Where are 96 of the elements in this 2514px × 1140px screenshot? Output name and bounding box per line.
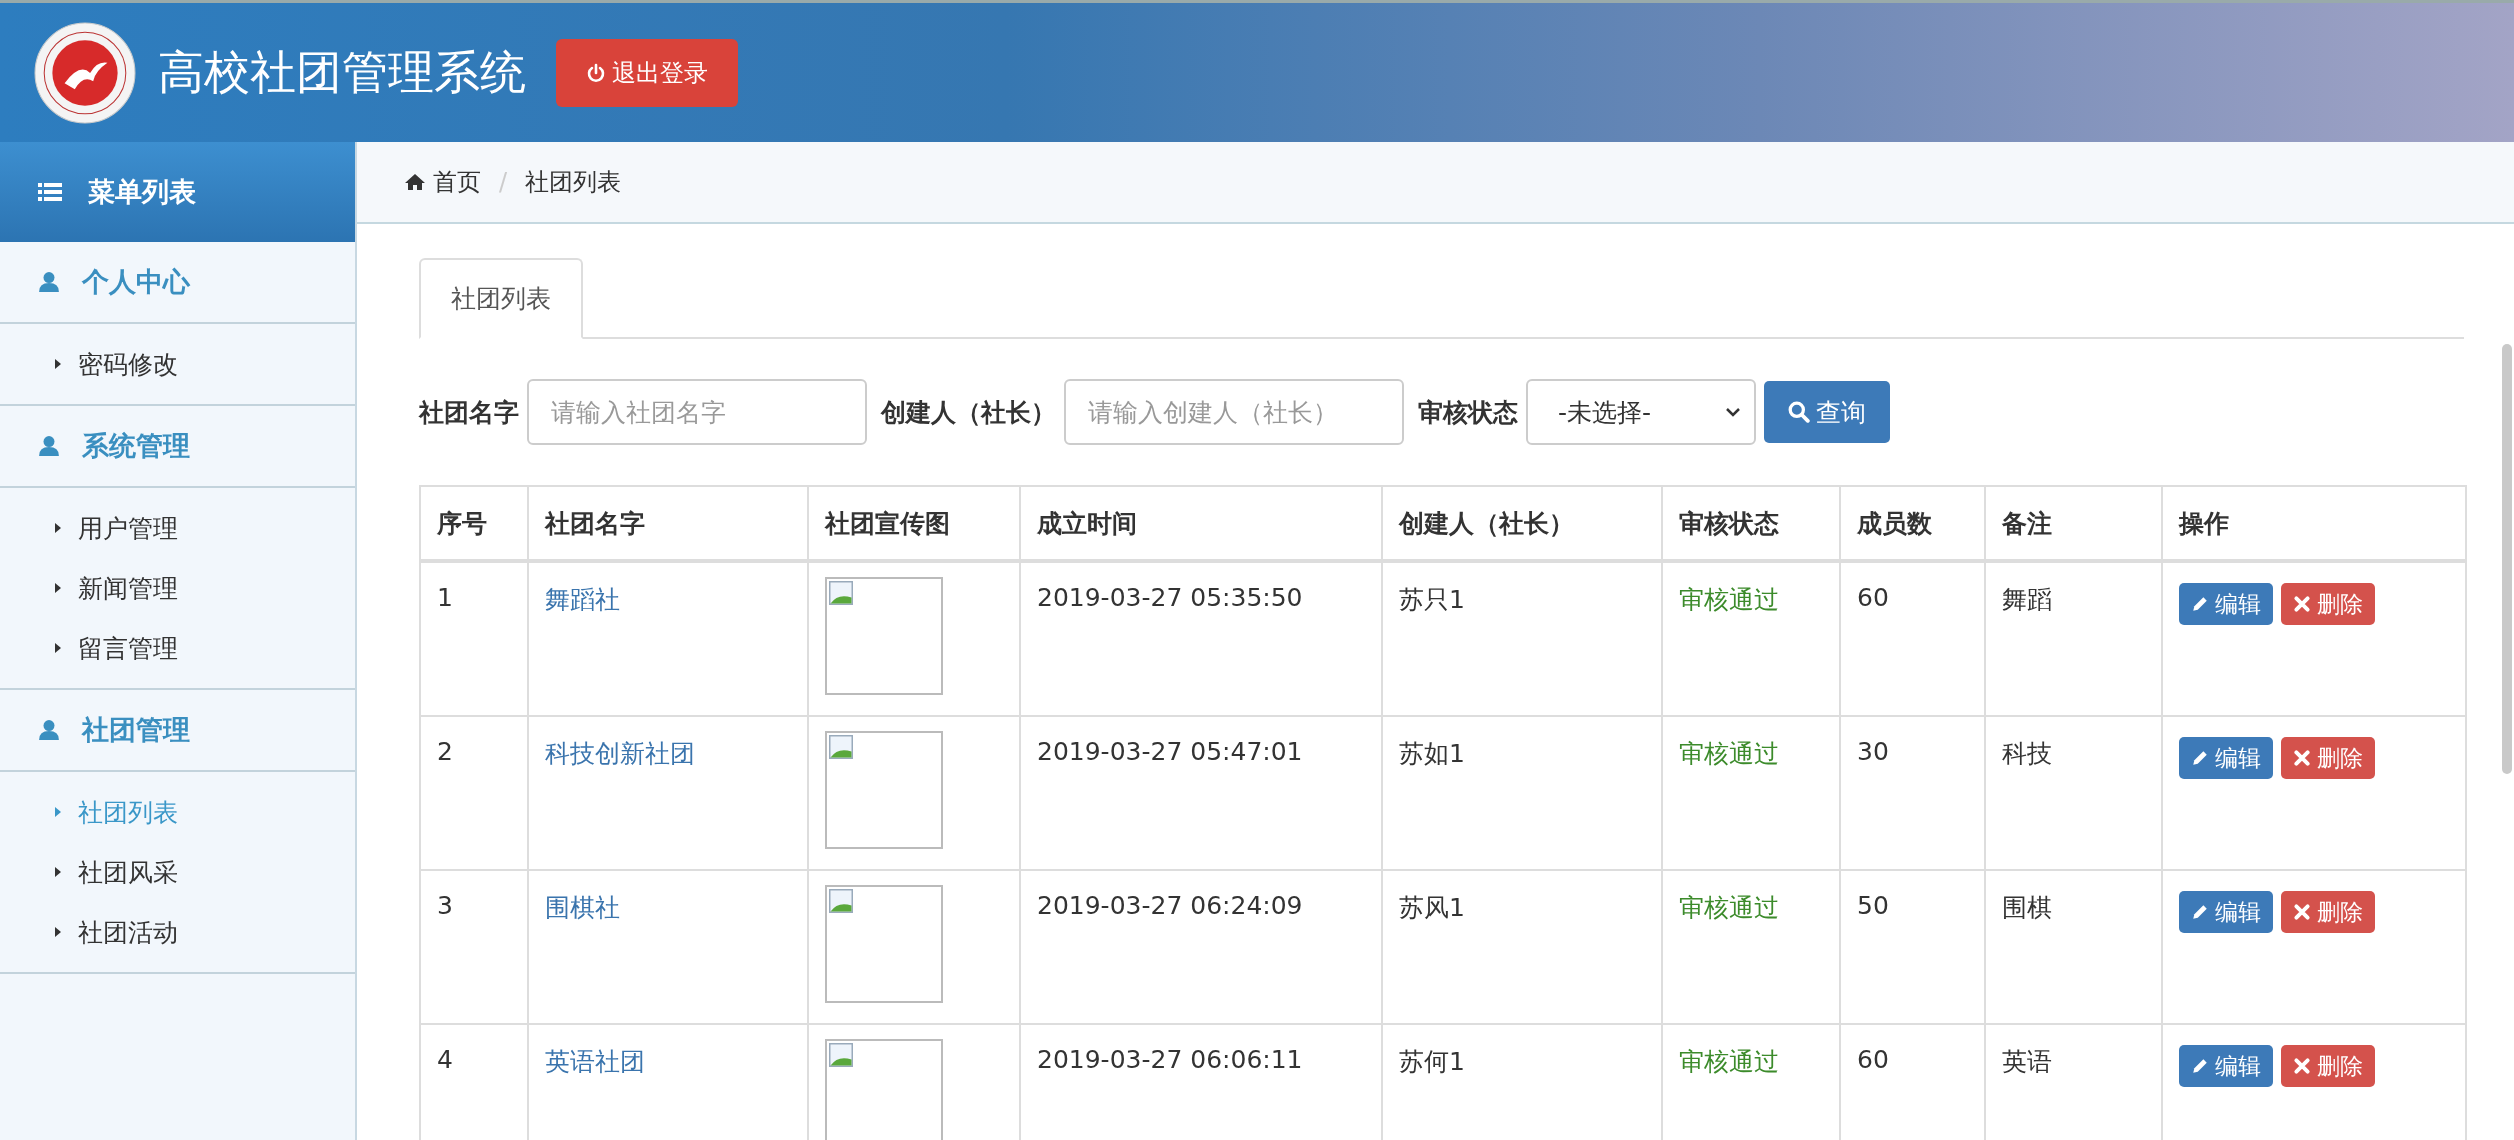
- menu-group[interactable]: 系统管理: [0, 406, 355, 488]
- app-title: 高校社团管理系统: [158, 43, 526, 101]
- edit-button[interactable]: 编辑: [2179, 737, 2273, 779]
- field-label: 社团名字: [419, 396, 519, 429]
- table-cell: 科技: [1985, 716, 2162, 870]
- power-icon: [586, 62, 606, 83]
- broken-image-icon: [829, 735, 853, 759]
- menu-title: 菜单列表: [88, 175, 196, 209]
- delete-button[interactable]: 删除: [2281, 1045, 2375, 1087]
- breadcrumb-separator: /: [499, 168, 508, 196]
- menu-group[interactable]: 社团管理: [0, 690, 355, 772]
- user-icon: [38, 435, 60, 457]
- group-label: 社团管理: [82, 713, 190, 747]
- table-cell: 舞蹈: [1985, 561, 2162, 716]
- broken-image-icon: [829, 889, 853, 913]
- table-cell: 4: [420, 1024, 528, 1140]
- user-icon: [38, 271, 60, 293]
- menu-item[interactable]: 用户管理: [0, 498, 355, 558]
- menu-group[interactable]: 个人中心: [0, 242, 355, 324]
- column-header: 备注: [1985, 486, 2162, 561]
- user-icon: [38, 719, 60, 741]
- input-field[interactable]: 请输入创建人（社长）: [1064, 379, 1404, 445]
- field-label: 审核状态: [1418, 396, 1518, 429]
- table-cell: 2019-03-27 05:47:01: [1020, 716, 1382, 870]
- search-icon: [1788, 401, 1810, 423]
- table-cell: 2019-03-27 05:35:50: [1020, 561, 1382, 716]
- status-select[interactable]: -未选择-: [1526, 379, 1756, 445]
- menu-item[interactable]: 新闻管理: [0, 558, 355, 618]
- logo-icon: [34, 21, 136, 124]
- broken-image-icon: [829, 1043, 853, 1067]
- column-header: 创建人（社长）: [1382, 486, 1662, 561]
- cross-icon: [2293, 1057, 2311, 1075]
- delete-button[interactable]: 删除: [2281, 891, 2375, 933]
- status-cell: 审核通过: [1662, 716, 1840, 870]
- pencil-icon: [2191, 1057, 2209, 1075]
- caret-icon: [54, 926, 62, 938]
- cross-icon: [2293, 749, 2311, 767]
- club-name-link[interactable]: 舞蹈社: [545, 585, 620, 614]
- broken-image-icon: [829, 581, 853, 605]
- caret-icon: [54, 582, 62, 594]
- caret-icon: [54, 522, 62, 534]
- table-cell: 苏只1: [1382, 561, 1662, 716]
- home-icon: [405, 173, 425, 191]
- menu-item[interactable]: 密码修改: [0, 334, 355, 394]
- edit-button[interactable]: 编辑: [2179, 583, 2273, 625]
- club-name-link[interactable]: 科技创新社团: [545, 739, 695, 768]
- table-cell: 1: [420, 561, 528, 716]
- column-header: 成立时间: [1020, 486, 1382, 561]
- menu-item[interactable]: 社团活动: [0, 902, 355, 962]
- delete-button[interactable]: 删除: [2281, 737, 2375, 779]
- input-field[interactable]: 请输入社团名字: [527, 379, 867, 445]
- table-cell: 60: [1840, 561, 1985, 716]
- scrollbar[interactable]: [2502, 344, 2512, 774]
- club-name-link[interactable]: 围棋社: [545, 893, 620, 922]
- cross-icon: [2293, 595, 2311, 613]
- cross-icon: [2293, 903, 2311, 921]
- table-cell: 3: [420, 870, 528, 1024]
- status-cell: 审核通过: [1662, 870, 1840, 1024]
- table-cell: 苏风1: [1382, 870, 1662, 1024]
- breadcrumb-link[interactable]: 社团列表: [525, 166, 622, 198]
- column-header: 成员数: [1840, 486, 1985, 561]
- menu-item[interactable]: 社团风采: [0, 842, 355, 902]
- chevron-icon: [1726, 407, 1740, 417]
- caret-icon: [54, 358, 62, 370]
- club-name-link[interactable]: 英语社团: [545, 1047, 645, 1076]
- menu-item[interactable]: 留言管理: [0, 618, 355, 678]
- pencil-icon: [2191, 903, 2209, 921]
- caret-icon: [54, 806, 62, 818]
- menu-item[interactable]: 社团列表: [0, 782, 355, 842]
- edit-button[interactable]: 编辑: [2179, 891, 2273, 933]
- breadcrumb-link[interactable]: 首页: [405, 166, 481, 198]
- column-header: 社团宣传图: [808, 486, 1020, 561]
- table-cell: 50: [1840, 870, 1985, 1024]
- table-cell: 30: [1840, 716, 1985, 870]
- group-label: 系统管理: [82, 429, 190, 463]
- tab[interactable]: 社团列表: [419, 258, 583, 339]
- caret-icon: [54, 642, 62, 654]
- column-header: 操作: [2162, 486, 2466, 561]
- column-header: 社团名字: [528, 486, 808, 561]
- pencil-icon: [2191, 749, 2209, 767]
- search-button[interactable]: 查询: [1764, 381, 1890, 443]
- pencil-icon: [2191, 595, 2209, 613]
- edit-button[interactable]: 编辑: [2179, 1045, 2273, 1087]
- table-cell: 围棋: [1985, 870, 2162, 1024]
- delete-button[interactable]: 删除: [2281, 583, 2375, 625]
- caret-icon: [54, 866, 62, 878]
- column-header: 序号: [420, 486, 528, 561]
- logout-button[interactable]: 退出登录: [556, 38, 738, 107]
- column-header: 审核状态: [1662, 486, 1840, 561]
- list-icon: [38, 182, 62, 202]
- table-cell: 苏如1: [1382, 716, 1662, 870]
- group-label: 个人中心: [82, 265, 190, 299]
- table-cell: 2: [420, 716, 528, 870]
- field-label: 创建人（社长）: [881, 396, 1056, 429]
- status-cell: 审核通过: [1662, 561, 1840, 716]
- table-cell: 2019-03-27 06:24:09: [1020, 870, 1382, 1024]
